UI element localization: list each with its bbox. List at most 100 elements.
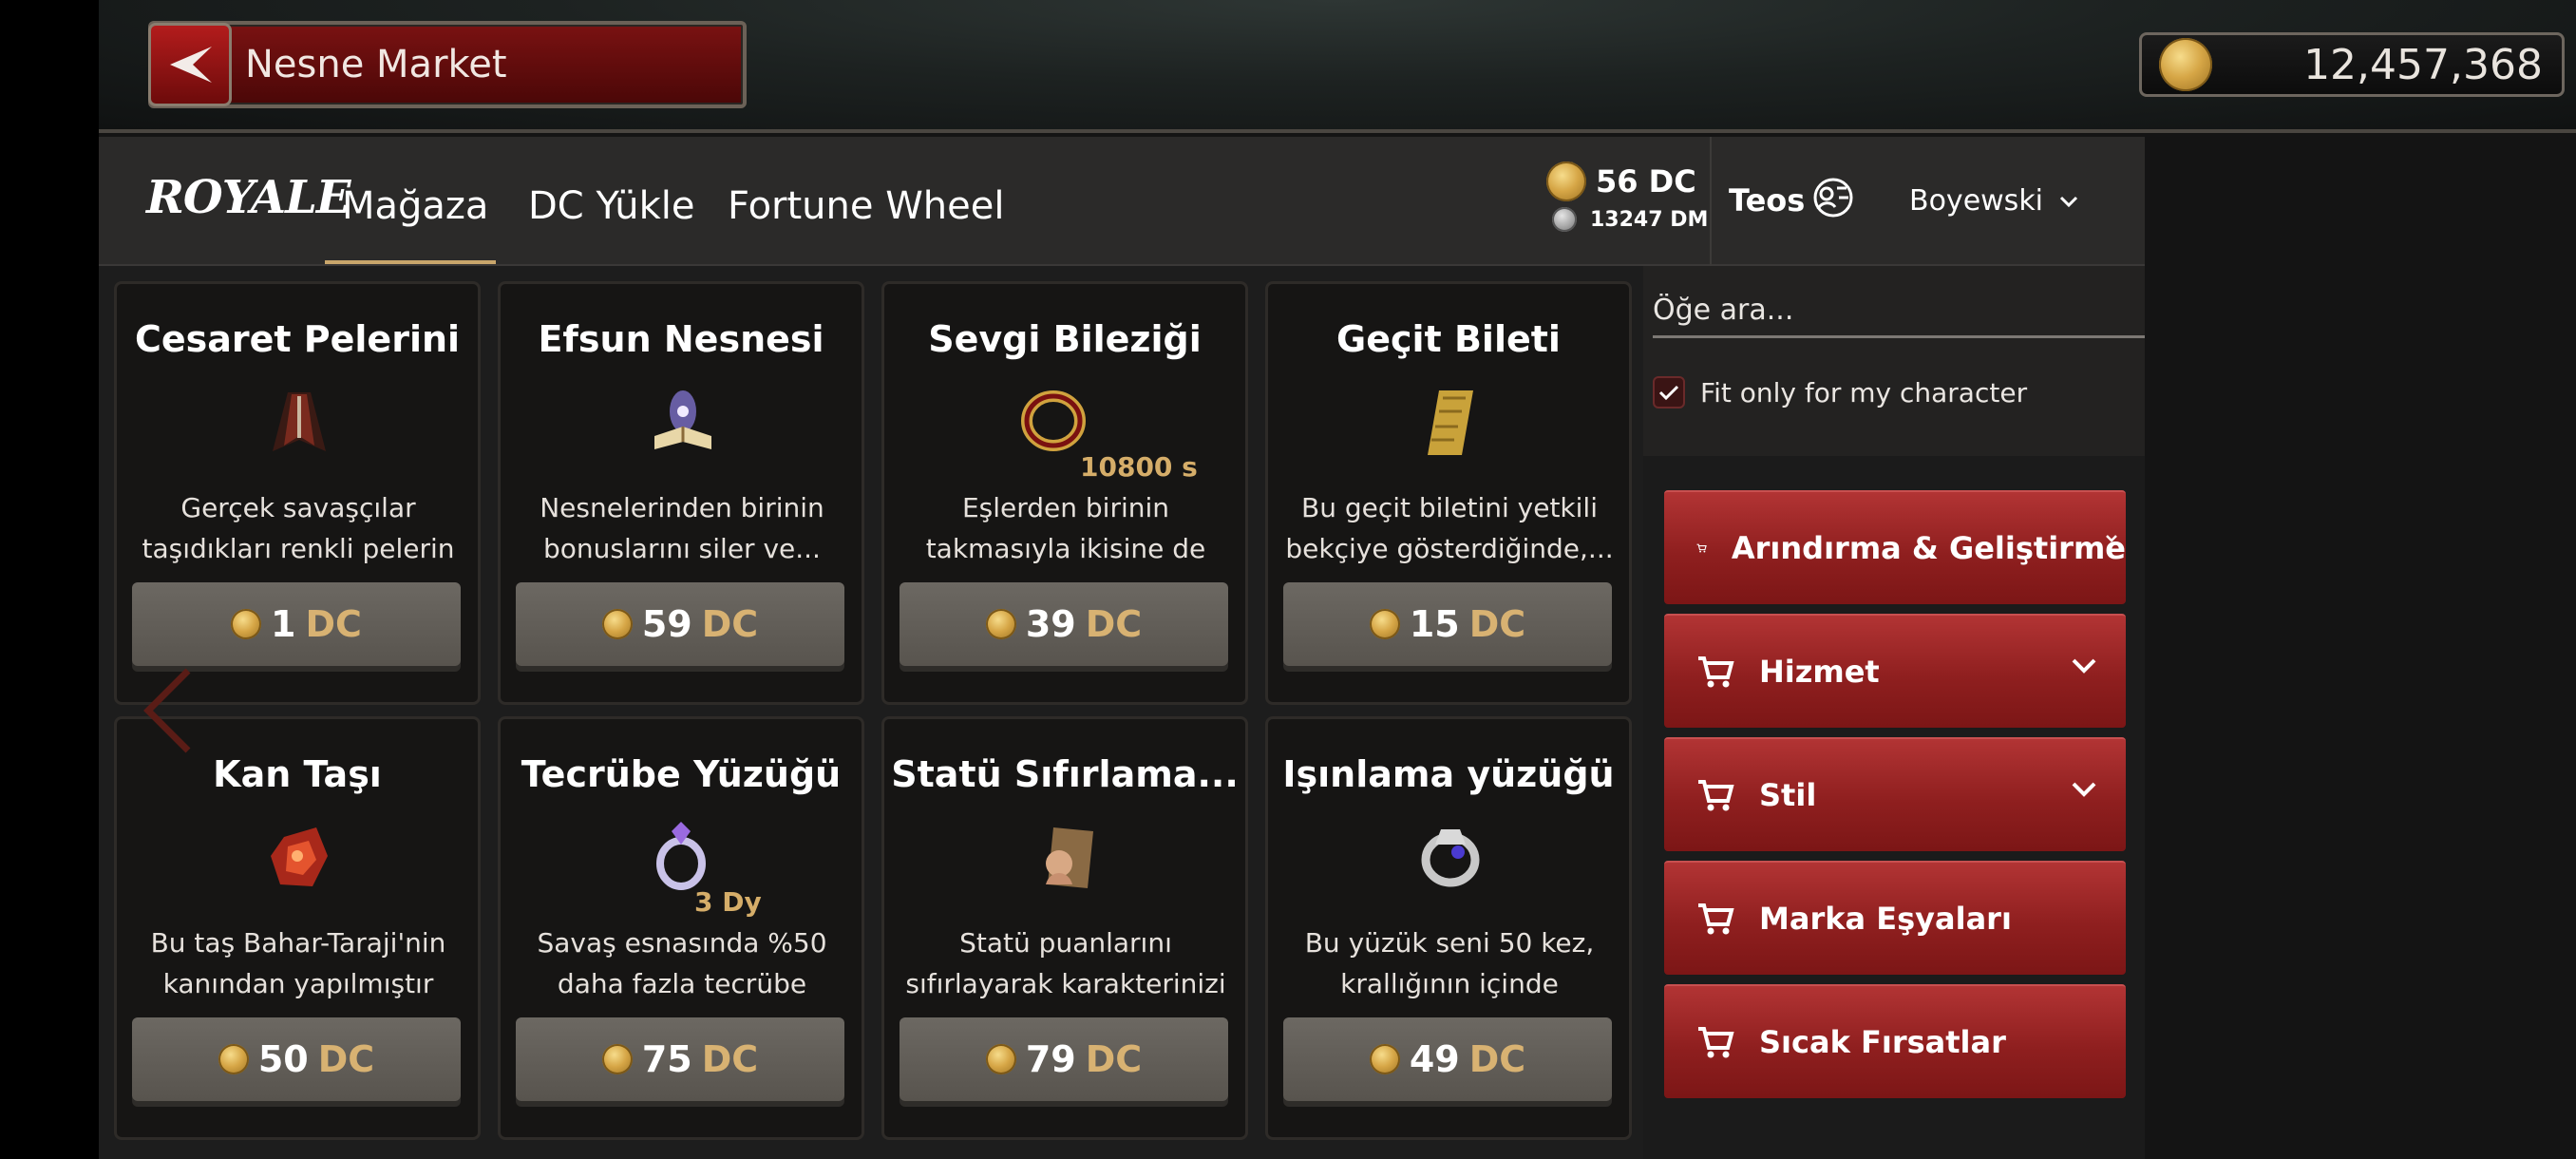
dc-coin-icon	[1546, 162, 1586, 201]
item-name: Tecrübe Yüzüğü	[521, 753, 842, 795]
dc-coin-icon	[601, 1044, 633, 1074]
tab-fortune-wheel[interactable]: Fortune Wheel	[728, 184, 1004, 228]
category-label: Arındırma & Geliştirme	[1731, 530, 2126, 566]
buy-button[interactable]: 59 DC	[516, 582, 844, 666]
item-price: 59	[641, 603, 692, 645]
item-description: Bu yüzük seni 50 kez, krallığının içinde…	[1304, 927, 1595, 999]
tab-dc-yukle[interactable]: DC Yükle	[528, 184, 695, 228]
blood-stone-icon	[271, 827, 328, 886]
title-plate: Nesne Market	[148, 21, 747, 108]
price-currency: DC	[701, 1038, 759, 1080]
back-button[interactable]	[148, 23, 232, 106]
buy-button[interactable]: 79 DC	[900, 1017, 1228, 1101]
search-area: Fit only for my character	[1643, 266, 2145, 456]
game-window: Nesne Market 12,457,368 ROYALE Mağaza DC…	[99, 0, 2576, 1159]
tab-magaza[interactable]: Mağaza	[342, 184, 488, 228]
chevron-down-icon	[2106, 535, 2117, 542]
page-title: Nesne Market	[245, 43, 507, 86]
teleport-ring-icon	[1421, 829, 1480, 887]
server-select[interactable]: Boyewski	[1909, 184, 2079, 218]
chevron-down-icon	[2059, 196, 2078, 207]
item-card[interactable]: Sevgi Bileziği 10800 s Eşlerden birinin …	[881, 281, 1248, 705]
item-price: 49	[1409, 1038, 1460, 1080]
dc-coin-icon	[1369, 1044, 1400, 1074]
item-name: Kan Taşı	[213, 753, 382, 795]
currency-display: 56 DC 13247 DM	[1546, 162, 1708, 232]
item-card[interactable]: Statü Sıfırlama... Statü puanlarını sıfı…	[881, 716, 1248, 1140]
category-marka-esyalari[interactable]: Marka Eşyaları	[1664, 861, 2126, 975]
item-price: 79	[1025, 1038, 1076, 1080]
item-name: Işınlama yüzüğü	[1282, 753, 1615, 795]
item-price: 1	[271, 603, 296, 645]
checkmark-icon	[1658, 385, 1679, 401]
ticket-icon	[1428, 390, 1473, 455]
buy-button[interactable]: 39 DC	[900, 582, 1228, 666]
back-arrow-icon	[170, 47, 212, 83]
dm-coin-icon	[1552, 207, 1577, 232]
item-card[interactable]: Efsun Nesnesi Nesnelerinden birinin bonu…	[498, 281, 864, 705]
duration-badge: 10800 s	[1080, 451, 1198, 483]
item-name: Efsun Nesnesi	[538, 318, 824, 360]
stat-reset-scroll-icon	[1046, 827, 1093, 888]
price-currency: DC	[1468, 603, 1526, 645]
fit-checkbox[interactable]	[1653, 376, 1685, 408]
gold-balance-value: 12,457,368	[2303, 40, 2543, 89]
cart-icon	[1698, 903, 1734, 935]
buy-button[interactable]: 49 DC	[1283, 1017, 1612, 1101]
price-currency: DC	[1468, 1038, 1526, 1080]
dc-coin-icon	[1369, 609, 1400, 639]
top-header: Nesne Market 12,457,368	[99, 0, 2576, 133]
item-price: 39	[1025, 603, 1076, 645]
item-card[interactable]: Kan Taşı Bu taş Bahar-Taraji'nin kanında…	[114, 716, 481, 1140]
category-label: Marka Eşyaları	[1759, 901, 2012, 937]
category-label: Stil	[1759, 777, 1817, 813]
gold-coin-icon	[2159, 38, 2212, 91]
chevron-down-icon	[2072, 658, 2096, 674]
store-navbar: ROYALE Mağaza DC Yükle Fortune Wheel 56 …	[99, 137, 2145, 266]
royale-logo: ROYALE	[146, 171, 350, 224]
item-price: 15	[1409, 603, 1460, 645]
category-stil[interactable]: Stil	[1664, 737, 2126, 851]
cart-icon	[1696, 543, 1707, 553]
category-sicak-firsatlar[interactable]: Sıcak Fırsatlar	[1664, 984, 2126, 1098]
category-hizmet[interactable]: Hizmet	[1664, 614, 2126, 728]
item-name: Cesaret Pelerini	[134, 318, 461, 360]
store-panel: ROYALE Mağaza DC Yükle Fortune Wheel 56 …	[99, 137, 2145, 1159]
buy-button[interactable]: 15 DC	[1283, 582, 1612, 666]
fit-filter[interactable]: Fit only for my character	[1653, 376, 2027, 408]
buy-button[interactable]: 1 DC	[132, 582, 461, 666]
cape-icon	[273, 392, 326, 451]
item-description: Bu taş Bahar-Taraji'nin kanından yapılmı…	[150, 927, 446, 999]
item-card[interactable]: Tecrübe Yüzüğü 3 Dy Savaş esnasında %50 …	[498, 716, 864, 1140]
fit-label: Fit only for my character	[1700, 376, 2028, 408]
dc-amount: 56 DC	[1596, 163, 1696, 200]
item-name: Geçit Bileti	[1336, 318, 1561, 360]
item-description: Nesnelerinden birinin bonuslarını siler …	[540, 492, 824, 564]
prev-page-arrow-icon[interactable]	[141, 665, 196, 756]
item-card[interactable]: Cesaret Pelerini Gerçek savaşçılar taşıd…	[114, 281, 481, 705]
category-arindirma[interactable]: Arındırma & Geliştirme	[1664, 490, 2126, 604]
cart-icon	[1698, 1027, 1734, 1058]
item-card[interactable]: Geçit Bileti Bu geçit biletini yetkili b…	[1265, 281, 1632, 705]
price-currency: DC	[701, 603, 759, 645]
item-description: Bu geçit biletini yetkili bekçiye göster…	[1285, 492, 1614, 564]
active-tab-indicator	[325, 260, 496, 264]
item-description: Gerçek savaşçılar taşıdıkları renkli pel…	[142, 492, 455, 564]
item-grid: Cesaret Pelerini Gerçek savaşçılar taşıd…	[114, 281, 1643, 1140]
item-description: Eşlerden birinin takmasıyla ikisine de s…	[925, 492, 1206, 564]
price-currency: DC	[1085, 1038, 1143, 1080]
dc-coin-icon	[985, 609, 1016, 639]
buy-button[interactable]: 50 DC	[132, 1017, 461, 1101]
character-switch-icon[interactable]	[1810, 175, 1856, 220]
buy-button[interactable]: 75 DC	[516, 1017, 844, 1101]
duration-badge: 3 Dy	[694, 886, 762, 918]
character-name: Teos	[1729, 182, 1806, 218]
category-label: Sıcak Fırsatlar	[1759, 1024, 2006, 1060]
item-card[interactable]: Işınlama yüzüğü Bu yüzük seni 50 kez, kr…	[1265, 716, 1632, 1140]
nav-divider	[1710, 137, 1712, 266]
gold-balance: 12,457,368	[2139, 32, 2565, 97]
category-label: Hizmet	[1759, 654, 1880, 690]
search-input[interactable]	[1653, 285, 2145, 338]
enchant-book-icon	[654, 390, 711, 449]
right-background	[2145, 137, 2576, 1159]
